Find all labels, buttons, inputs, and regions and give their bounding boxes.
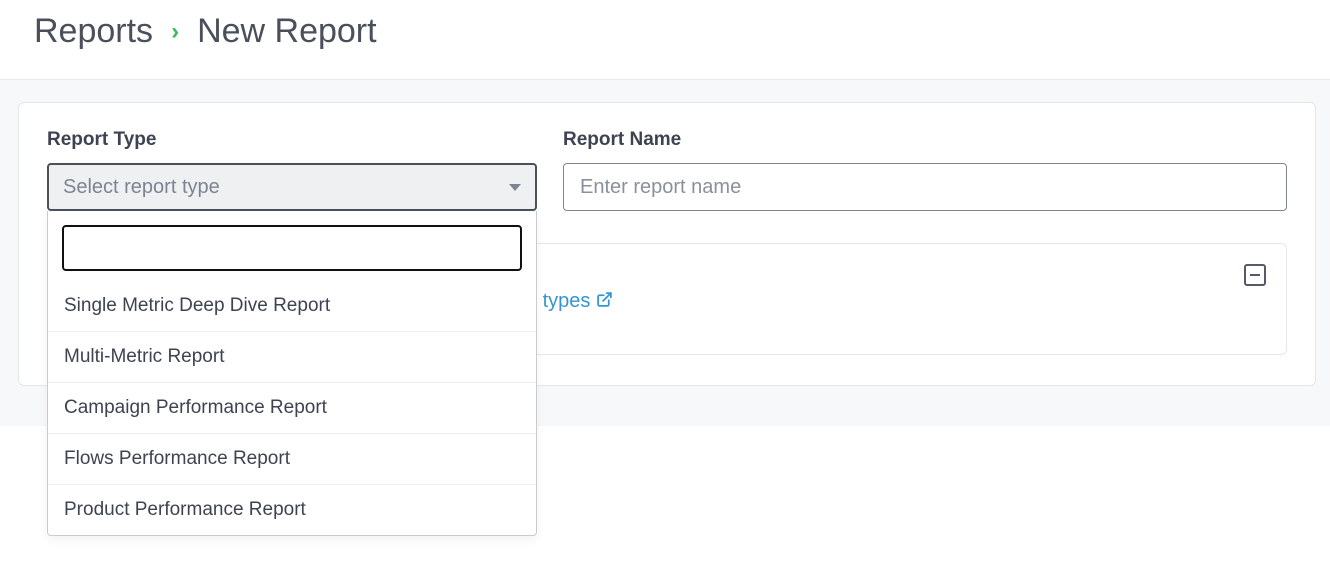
dropdown-option[interactable]: Flows Performance Report — [48, 433, 536, 484]
report-name-label: Report Name — [563, 129, 1287, 151]
report-type-dropdown: Single Metric Deep Dive Report Multi-Met… — [47, 211, 537, 536]
dropdown-option[interactable]: Single Metric Deep Dive Report — [48, 281, 536, 331]
report-type-placeholder: Select report type — [63, 176, 220, 199]
breadcrumb: Reports › New Report — [0, 0, 1330, 79]
dropdown-search-input[interactable] — [62, 225, 522, 271]
caret-down-icon — [509, 184, 521, 191]
report-type-label: Report Type — [47, 129, 537, 151]
report-card: Report Type Select report type Single Me… — [18, 102, 1316, 386]
page-body: Report Type Select report type Single Me… — [0, 80, 1330, 426]
dropdown-search-wrap — [48, 211, 536, 281]
collapse-button[interactable] — [1244, 264, 1266, 286]
dropdown-option[interactable]: Campaign Performance Report — [48, 382, 536, 433]
breadcrumb-root[interactable]: Reports — [34, 12, 153, 51]
dropdown-option[interactable]: Multi-Metric Report — [48, 331, 536, 382]
breadcrumb-current: New Report — [197, 12, 377, 51]
report-type-field: Report Type Select report type Single Me… — [47, 129, 537, 211]
form-row: Report Type Select report type Single Me… — [47, 129, 1287, 211]
external-link-icon — [596, 291, 613, 314]
chevron-right-icon: › — [171, 20, 179, 44]
dropdown-list: Single Metric Deep Dive Report Multi-Met… — [48, 281, 536, 535]
report-name-field: Report Name — [563, 129, 1287, 211]
report-name-input[interactable] — [563, 163, 1287, 211]
report-type-select[interactable]: Select report type — [47, 163, 537, 211]
minus-icon — [1250, 274, 1260, 276]
dropdown-option[interactable]: Product Performance Report — [48, 484, 536, 535]
